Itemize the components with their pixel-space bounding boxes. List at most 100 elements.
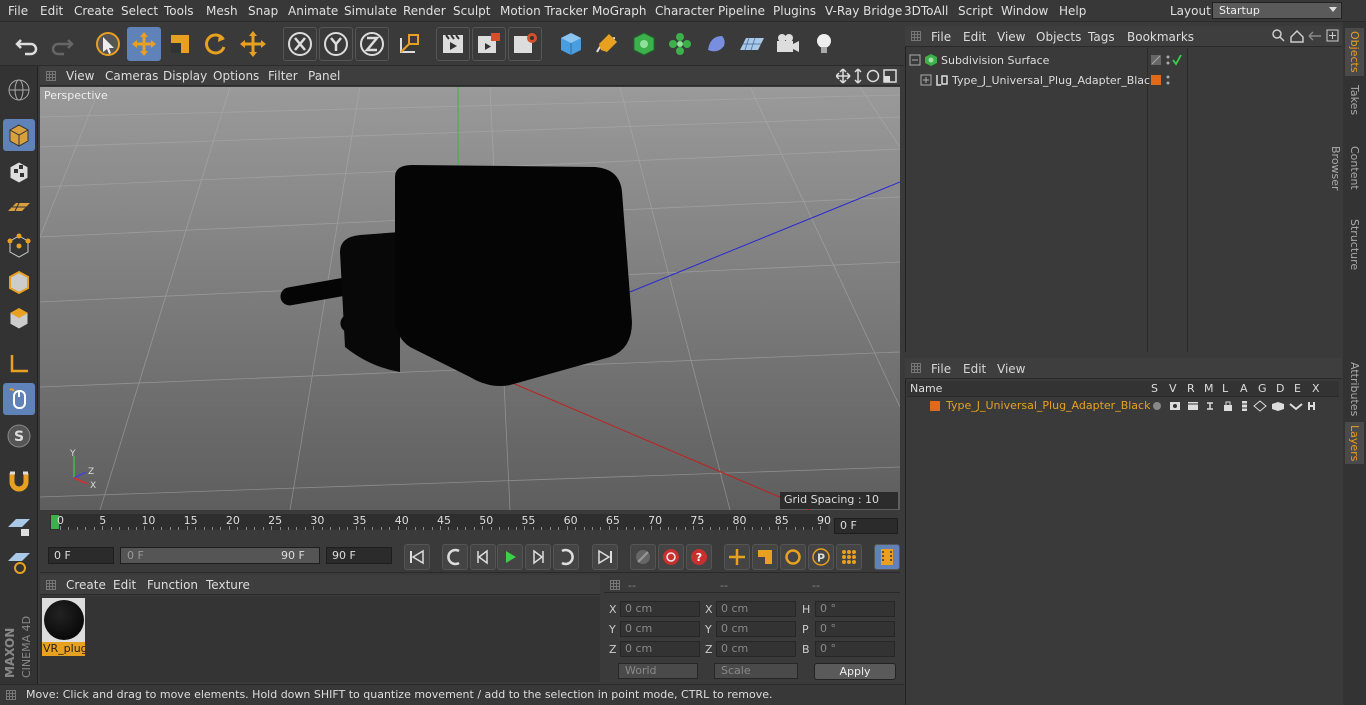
make-editable-button[interactable] [3,74,35,106]
y-axis-lock-button[interactable] [319,27,353,61]
menu-3dtoall[interactable]: 3DToAll [904,4,948,18]
x-axis-lock-button[interactable] [283,27,317,61]
layer-col-expressions[interactable]: E [1294,382,1301,395]
menu-select[interactable]: Select [121,4,158,18]
expand-minus-icon[interactable] [909,54,921,66]
tab-objects[interactable]: Objects [1345,28,1364,76]
expand-plus-icon[interactable] [920,74,932,86]
layer-col-xref[interactable]: X [1312,382,1320,395]
add-light-button[interactable] [807,27,841,61]
layer-toggle-icons[interactable] [1151,400,1331,412]
add-spline-pen-button[interactable] [590,27,624,61]
menu-plugins[interactable]: Plugins [773,4,816,18]
viewport-menu-filter[interactable]: Filter [268,69,298,83]
timeline-window-button[interactable] [874,544,900,570]
menu-sculpt[interactable]: Sculpt [453,4,490,18]
frame-range-slider[interactable]: 0 F 90 F [120,547,320,564]
coordinate-system-button[interactable] [392,27,426,61]
coord-size-z-field[interactable]: 0 cm [716,641,796,657]
material-menu-create[interactable]: Create [66,578,106,592]
viewport-menu-options[interactable]: Options [213,69,259,83]
drag-handle-icon[interactable] [911,363,921,373]
layer-color-swatch[interactable] [930,401,940,411]
menu-mograph[interactable]: MoGraph [592,4,647,18]
coord-pos-z-field[interactable]: 0 cm [620,641,700,657]
coord-rot-h-field[interactable]: 0 ° [815,601,895,617]
scale-tool-button[interactable] [163,27,197,61]
workplane-lock-button[interactable] [3,510,35,542]
solo-mode-button[interactable]: S [3,420,35,452]
menu-animate[interactable]: Animate [288,4,338,18]
menu-pipeline[interactable]: Pipeline [718,4,765,18]
redo-button[interactable] [45,27,79,61]
workplane-mode-button[interactable] [3,192,35,224]
object-row-subdivision[interactable]: Subdivision Surface [907,51,1339,69]
layer-col-render[interactable]: R [1187,382,1195,395]
layer-color-and-visibility-icons[interactable] [1150,74,1182,86]
drag-handle-icon[interactable] [6,690,16,700]
visibility-and-enable-icons[interactable] [1150,54,1182,66]
layer-row[interactable]: Type_J_Universal_Plug_Adapter_Black [907,398,1339,414]
add-cube-button[interactable] [554,27,588,61]
drag-handle-icon[interactable] [911,31,921,41]
layers-menu-edit[interactable]: Edit [963,362,986,376]
menu-render[interactable]: Render [403,4,446,18]
material-menu-texture[interactable]: Texture [206,578,250,592]
render-settings-button[interactable] [508,27,542,61]
objects-menu-objects[interactable]: Objects [1036,30,1081,44]
key-rotation-button[interactable] [780,544,806,570]
menu-motion-tracker[interactable]: Motion Tracker [500,4,588,18]
material-swatch[interactable] [42,598,85,642]
layer-col-locked[interactable]: L [1222,382,1228,395]
layers-menu-view[interactable]: View [997,362,1025,376]
edges-mode-button[interactable] [3,266,35,298]
layer-col-view[interactable]: V [1169,382,1177,395]
material-menu-function[interactable]: Function [147,578,198,592]
menu-edit[interactable]: Edit [40,4,63,18]
menu-script[interactable]: Script [958,4,993,18]
layer-name[interactable]: Type_J_Universal_Plug_Adapter_Black [946,399,1150,412]
add-deformer-button[interactable] [699,27,733,61]
previous-key-button[interactable] [442,544,468,570]
texture-mode-button[interactable] [3,156,35,188]
coord-rot-b-field[interactable]: 0 ° [815,641,895,657]
undo-button[interactable] [10,27,44,61]
axis-mode-button[interactable] [3,348,35,380]
end-frame-field[interactable]: 90 F [326,547,392,564]
menu-vray-bridge[interactable]: V-Ray Bridge [825,4,902,18]
z-axis-lock-button[interactable] [355,27,389,61]
points-mode-button[interactable] [3,230,35,262]
material-name[interactable]: VR_plug [42,642,85,656]
move-tool-button[interactable] [127,27,161,61]
object-manager-tools[interactable] [1271,28,1339,44]
layer-col-solo[interactable]: S [1151,382,1158,395]
model-mode-button[interactable] [3,119,35,151]
coord-pos-x-field[interactable]: 0 cm [620,601,700,617]
viewport-menu-panel[interactable]: Panel [308,69,340,83]
coord-size-x-field[interactable]: 0 cm [716,601,796,617]
coord-size-y-field[interactable]: 0 cm [716,621,796,637]
go-to-end-button[interactable] [592,544,618,570]
coordinate-space-dropdown[interactable]: World [618,663,698,679]
objects-menu-tags[interactable]: Tags [1088,30,1115,44]
apply-button[interactable]: Apply [814,663,896,680]
objects-menu-view[interactable]: View [997,30,1025,44]
menu-mesh[interactable]: Mesh [206,4,238,18]
render-view-button[interactable] [436,27,470,61]
next-key-button[interactable] [553,544,579,570]
drag-handle-icon[interactable] [610,580,620,590]
layout-dropdown[interactable]: Startup [1212,2,1342,19]
menu-character[interactable]: Character [655,4,714,18]
layer-col-animation[interactable]: A [1240,382,1248,395]
rotate-tool-button[interactable] [198,27,232,61]
menu-create[interactable]: Create [74,4,114,18]
tweak-mode-button[interactable] [3,383,35,415]
timeline-ruler[interactable]: 0 5 10 15 20 25 30 35 40 45 50 55 60 65 70 75 80 85 90 [50,514,831,530]
3d-viewport[interactable] [40,87,900,510]
next-frame-button[interactable] [525,544,551,570]
current-frame-field[interactable]: 0 F [834,518,898,534]
material-menu-edit[interactable]: Edit [113,578,136,592]
go-to-start-button[interactable] [404,544,430,570]
menu-snap[interactable]: Snap [248,4,278,18]
start-frame-field[interactable]: 0 F [48,547,114,564]
